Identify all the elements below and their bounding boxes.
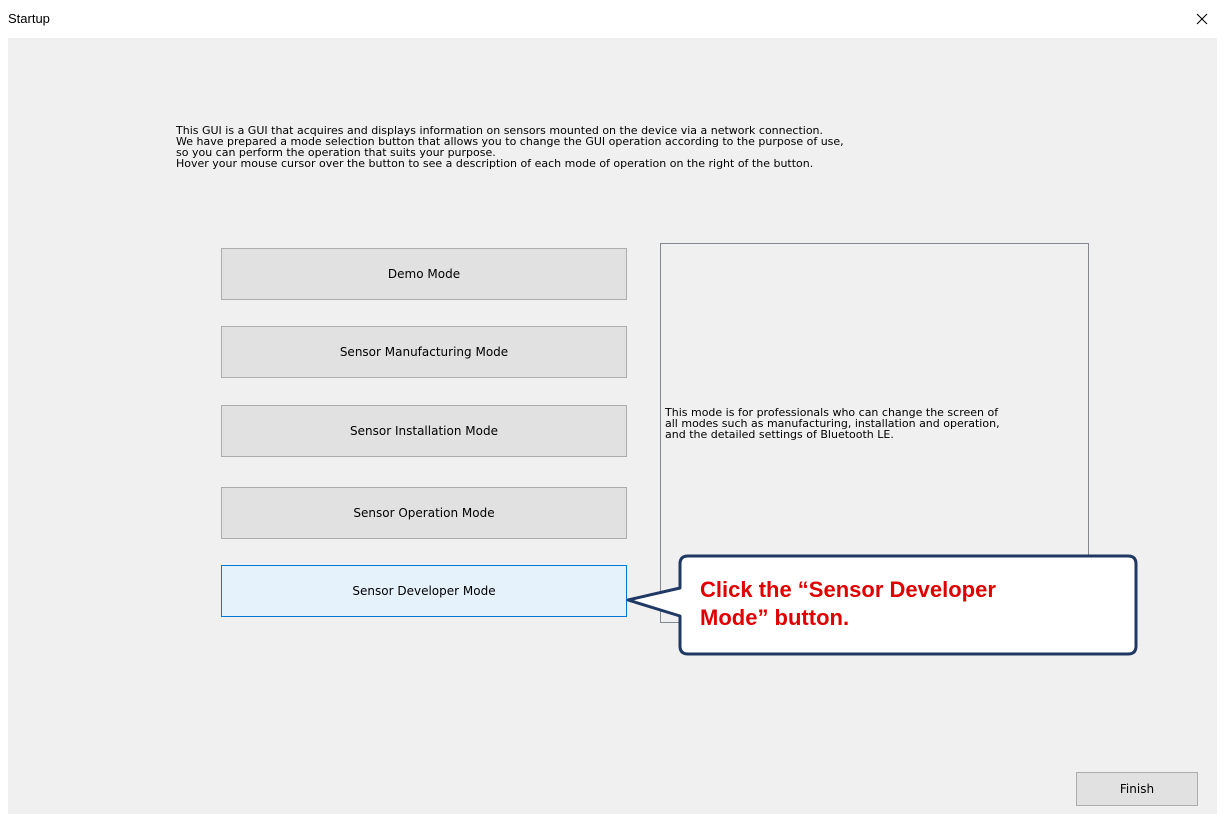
callout-line: Click the “Sensor Developer <box>700 577 996 602</box>
intro-text: This GUI is a GUI that acquires and disp… <box>176 125 1076 169</box>
mode-description-text: This mode is for professionals who can c… <box>665 407 1085 440</box>
sensor-operation-mode-button[interactable]: Sensor Operation Mode <box>221 487 627 539</box>
title-bar: Startup <box>0 0 1225 38</box>
sensor-installation-mode-button[interactable]: Sensor Installation Mode <box>221 405 627 457</box>
client-area: This GUI is a GUI that acquires and disp… <box>8 38 1217 814</box>
callout-text: Click the “Sensor Developer Mode” button… <box>700 576 1120 632</box>
startup-window: Startup This GUI is a GUI that acquires … <box>0 0 1225 820</box>
description-line: and the detailed settings of Bluetooth L… <box>665 428 894 441</box>
close-button[interactable] <box>1179 0 1225 38</box>
window-title: Startup <box>8 11 50 26</box>
sensor-developer-mode-button[interactable]: Sensor Developer Mode <box>221 565 627 617</box>
demo-mode-button[interactable]: Demo Mode <box>221 248 627 300</box>
intro-line: Hover your mouse cursor over the button … <box>176 157 814 170</box>
callout-line: Mode” button. <box>700 605 850 630</box>
close-icon <box>1196 13 1208 25</box>
sensor-manufacturing-mode-button[interactable]: Sensor Manufacturing Mode <box>221 326 627 378</box>
finish-button[interactable]: Finish <box>1076 772 1198 806</box>
